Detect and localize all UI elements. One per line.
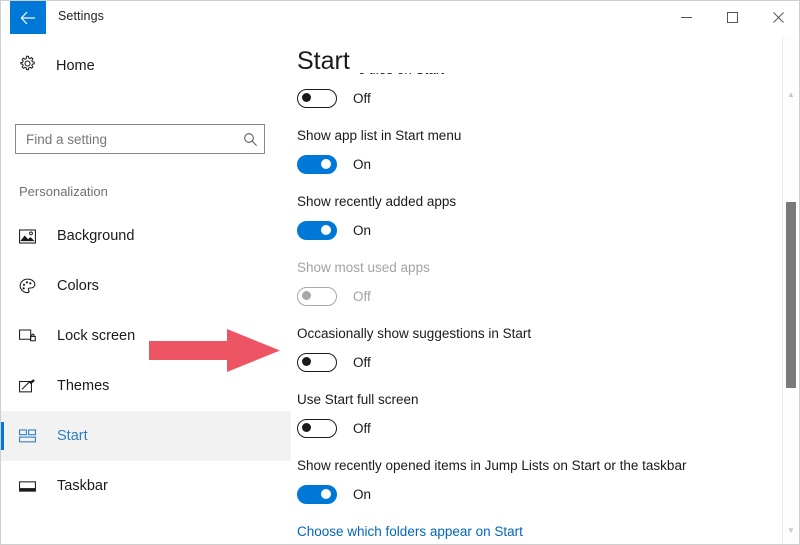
sidebar-item-taskbar-label: Taskbar: [57, 478, 108, 494]
sidebar-item-start[interactable]: Start: [1, 411, 291, 461]
settings-list: Show more tiles on Start Off Show app li…: [291, 73, 781, 541]
setting-show-recently-added-apps: Show recently added apps On: [291, 193, 781, 240]
setting-show-app-list: Show app list in Start menu On: [291, 127, 781, 174]
taskbar-icon: [19, 480, 39, 493]
toggle-knob: [302, 356, 311, 366]
toggle-use-start-full-screen[interactable]: [297, 418, 337, 438]
toggle-show-app-list[interactable]: [297, 154, 337, 174]
toggle-occasionally-show-suggestions[interactable]: [297, 352, 337, 372]
toggle-knob: [302, 92, 311, 102]
toggle-row: Off: [297, 418, 781, 438]
sidebar-item-home[interactable]: Home: [1, 51, 291, 81]
themes-brush-icon: [19, 378, 39, 394]
setting-label: Show app list in Start menu: [297, 128, 462, 143]
minimize-icon: [680, 17, 692, 18]
setting-label: Use Start full screen: [297, 392, 419, 407]
toggle-knob: [321, 488, 331, 499]
setting-label: Show most used apps: [297, 260, 430, 275]
toggle-row: Off: [297, 286, 781, 306]
toggle-state-label: On: [353, 486, 372, 502]
toggle-knob: [302, 422, 311, 432]
title-bar: Settings: [1, 1, 799, 35]
sidebar: Home Personalization: [1, 35, 291, 544]
setting-label: Show more tiles on Start: [297, 73, 781, 79]
toggle-knob: [321, 224, 331, 235]
maximize-icon: [726, 12, 738, 23]
sidebar-item-lock-screen-label: Lock screen: [57, 328, 136, 344]
close-icon: [772, 12, 784, 23]
toggle-show-recently-added-apps[interactable]: [297, 220, 337, 240]
main-content: Start Show more tiles on Start Off Show …: [291, 35, 799, 544]
toggle-row: On: [297, 484, 781, 504]
sidebar-item-home-label: Home: [56, 58, 95, 74]
setting-label: Show recently opened items in Jump Lists…: [297, 458, 687, 473]
toggle-show-more-tiles[interactable]: [297, 88, 337, 108]
sidebar-item-colors-label: Colors: [57, 278, 99, 294]
setting-label: Occasionally show suggestions in Start: [297, 326, 532, 341]
sidebar-item-themes[interactable]: Themes: [1, 361, 291, 411]
search-icon[interactable]: [236, 132, 264, 147]
sidebar-item-start-label: Start: [57, 428, 88, 444]
toggle-state-label: On: [353, 156, 372, 172]
setting-show-recently-opened-jump-lists: Show recently opened items in Jump Lists…: [291, 457, 781, 504]
lock-screen-icon: [19, 328, 39, 344]
settings-window: Settings Home Find a setting Personaliza…: [0, 0, 800, 545]
choose-folders-link[interactable]: Choose which folders appear on Start: [297, 524, 523, 539]
back-button[interactable]: [10, 1, 46, 34]
setting-show-most-used-apps: Show most used apps Off: [291, 259, 781, 306]
sidebar-item-background-label: Background: [57, 228, 135, 244]
scrollbar-up-arrow[interactable]: ▲: [783, 86, 799, 103]
window-controls: [663, 1, 799, 34]
maximize-button[interactable]: [709, 1, 755, 34]
toggle-row: Off: [297, 88, 781, 108]
toggle-show-most-used-apps: [297, 286, 337, 306]
search-input[interactable]: [16, 131, 236, 147]
toggle-row: On: [297, 154, 781, 174]
setting-use-start-full-screen: Use Start full screen Off: [291, 391, 781, 438]
start-tiles-icon: [19, 429, 39, 443]
choose-folders-link-row: Choose which folders appear on Start: [291, 523, 781, 541]
toggle-show-recently-opened-jump-lists[interactable]: [297, 484, 337, 504]
minimize-button[interactable]: [663, 1, 709, 34]
sidebar-item-taskbar[interactable]: Taskbar: [1, 461, 291, 511]
scrollbar-thumb[interactable]: [786, 202, 796, 388]
settings-scroll-view: Show more tiles on Start Off Show app li…: [291, 73, 799, 544]
setting-show-more-tiles: Show more tiles on Start Off: [291, 73, 781, 108]
toggle-state-label: Off: [353, 420, 371, 436]
page-title: Start: [297, 47, 360, 76]
sidebar-item-background[interactable]: Background: [1, 211, 291, 261]
toggle-state-label: Off: [353, 288, 371, 304]
toggle-state-label: Off: [353, 354, 371, 370]
gear-icon: [19, 55, 36, 77]
image-icon: [19, 228, 39, 244]
search-box[interactable]: [15, 124, 265, 154]
setting-label: Show recently added apps: [297, 194, 457, 209]
sidebar-nav-list: Background Colors Lock screen Themes Sta…: [1, 211, 291, 511]
toggle-state-label: Off: [353, 90, 371, 106]
palette-icon: [19, 278, 39, 295]
scrollbar-down-arrow[interactable]: ▼: [783, 522, 799, 539]
toggle-row: On: [297, 220, 781, 240]
sidebar-item-themes-label: Themes: [57, 378, 110, 394]
setting-occasionally-show-suggestions: Occasionally show suggestions in Start O…: [291, 325, 781, 372]
toggle-state-label: On: [353, 222, 372, 238]
toggle-knob: [302, 290, 311, 300]
window-title: Settings: [58, 9, 104, 23]
toggle-knob: [321, 158, 331, 169]
sidebar-item-lock-screen[interactable]: Lock screen: [1, 311, 291, 361]
toggle-row: Off: [297, 352, 781, 372]
sidebar-section-label: Personalization: [19, 184, 108, 199]
back-arrow-icon: [20, 11, 35, 24]
main-scrollbar[interactable]: ▲ ▼: [782, 36, 799, 544]
sidebar-item-colors[interactable]: Colors: [1, 261, 291, 311]
close-button[interactable]: [755, 1, 799, 34]
